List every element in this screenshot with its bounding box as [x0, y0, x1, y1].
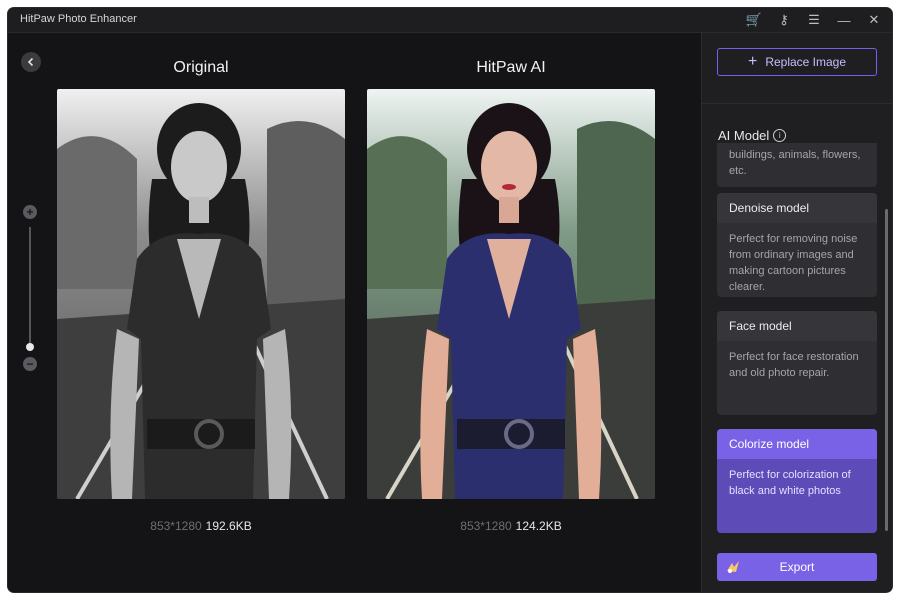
app-window: HitPaw Photo Enhancer 🛒 ⚷ ☰ — ✕ Original… — [8, 8, 892, 592]
export-button[interactable]: Export — [717, 553, 877, 581]
ai-model-label: AI Model — [718, 128, 770, 143]
model-title: Face model — [717, 311, 877, 341]
original-title: Original — [173, 59, 229, 76]
key-icon[interactable]: ⚷ — [776, 11, 792, 29]
model-card-denoise[interactable]: Denoise model Perfect for removing noise… — [717, 193, 877, 297]
zoom-slider-thumb[interactable] — [26, 343, 34, 351]
enhanced-photo — [367, 89, 655, 499]
replace-image-label: Replace Image — [765, 55, 847, 69]
preview-area: Original HitPaw AI 853*1280 192.6KB 853*… — [8, 33, 701, 592]
enhanced-dimensions: 853*1280 — [460, 519, 512, 533]
original-size: 192.6KB — [205, 519, 252, 533]
info-icon[interactable]: i — [773, 129, 787, 142]
replace-image-button[interactable]: + Replace Image — [717, 48, 877, 76]
minimize-icon[interactable]: — — [836, 11, 852, 29]
original-dimensions: 853*1280 — [150, 519, 202, 533]
model-card-colorize[interactable]: Colorize model Perfect for colorization … — [717, 429, 877, 533]
back-button[interactable] — [21, 52, 41, 72]
zoom-out-button[interactable]: − — [23, 357, 37, 371]
ai-model-heading: AI Model i — [718, 128, 787, 143]
enhanced-title: HitPaw AI — [476, 59, 546, 76]
zoom-in-button[interactable]: + — [23, 205, 37, 219]
zoom-slider-track[interactable] — [29, 227, 31, 345]
export-icon — [727, 561, 739, 573]
app-title: HitPaw Photo Enhancer — [20, 13, 137, 25]
model-desc: buildings, animals, flowers, etc. — [729, 149, 861, 177]
model-title: Colorize model — [717, 429, 877, 459]
window-controls: 🛒 ⚷ ☰ — ✕ — [746, 11, 882, 29]
chevron-left-icon — [27, 57, 34, 67]
export-label: Export — [779, 560, 815, 574]
model-list: buildings, animals, flowers, etc. Denois… — [717, 143, 877, 535]
enhanced-size: 124.2KB — [515, 519, 562, 533]
zoom-control: + − — [23, 205, 39, 375]
model-title: Denoise model — [717, 193, 877, 223]
original-photo — [57, 89, 345, 499]
sidebar: + Replace Image AI Model i buildings, an… — [701, 33, 892, 592]
close-icon[interactable]: ✕ — [866, 11, 882, 29]
model-desc: Perfect for colorization of black and wh… — [729, 469, 851, 497]
title-bar: HitPaw Photo Enhancer 🛒 ⚷ ☰ — ✕ — [8, 8, 892, 33]
plus-icon: + — [747, 53, 758, 70]
model-card-face[interactable]: Face model Perfect for face restoration … — [717, 311, 877, 415]
model-desc: Perfect for face restoration and old pho… — [729, 351, 859, 379]
model-card-general[interactable]: buildings, animals, flowers, etc. — [717, 143, 877, 187]
model-list-scrollbar[interactable] — [885, 209, 888, 531]
enhanced-file-info: 853*1280 124.2KB — [367, 519, 655, 533]
original-file-info: 853*1280 192.6KB — [57, 519, 345, 533]
menu-icon[interactable]: ☰ — [806, 11, 822, 29]
model-desc: Perfect for removing noise from ordinary… — [729, 233, 858, 293]
divider — [702, 103, 892, 104]
cart-icon[interactable]: 🛒 — [746, 11, 762, 29]
